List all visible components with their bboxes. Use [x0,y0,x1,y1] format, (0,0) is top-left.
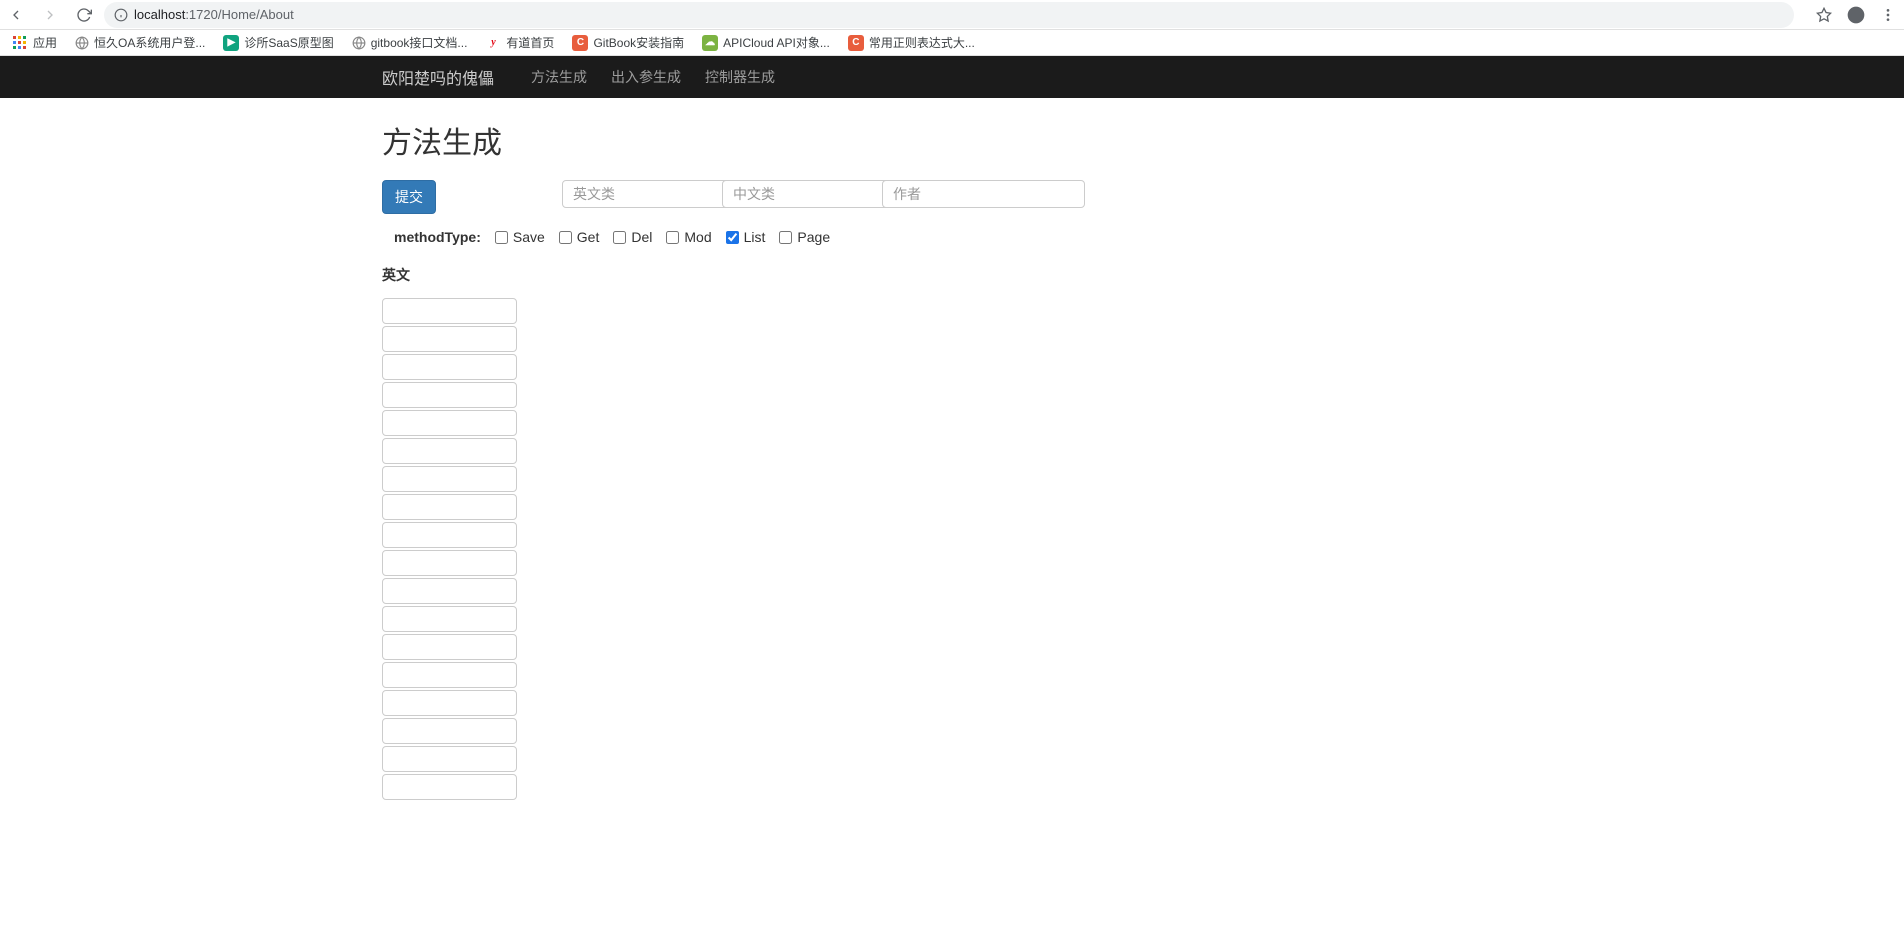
star-icon[interactable] [1816,7,1832,23]
submit-button[interactable]: 提交 [382,180,436,214]
method-type-label: methodType: [394,229,481,245]
method-option-save[interactable]: Save [495,229,545,245]
bookmark-label: APICloud API对象... [723,34,830,51]
method-option-del[interactable]: Del [613,229,652,245]
info-icon [114,8,128,22]
bookmark-label: gitbook接口文档... [371,34,468,51]
checkbox-label: List [744,229,766,245]
main-content: 方法生成 提交 methodType: Save Get Del Mod List Pag… [367,98,1537,800]
method-option-page[interactable]: Page [779,229,830,245]
bookmark-item[interactable]: y有道首页 [481,34,558,51]
english-input[interactable] [382,578,517,604]
bookmark-label: 有道首页 [506,34,554,51]
bookmark-label: 诊所SaaS原型图 [244,34,333,51]
english-input[interactable] [382,410,517,436]
english-input[interactable] [382,298,517,324]
checkbox-label: Mod [684,229,711,245]
nav-link-controller[interactable]: 控制器生成 [705,67,775,87]
nav-link-method[interactable]: 方法生成 [531,67,587,87]
english-input-stack [382,298,1522,800]
back-icon[interactable] [8,7,24,23]
english-input[interactable] [382,662,517,688]
bookmark-item[interactable]: ▶诊所SaaS原型图 [219,34,337,51]
forward-icon[interactable] [42,7,58,23]
bookmark-item[interactable]: ☁APICloud API对象... [698,34,834,51]
menu-icon[interactable] [1880,7,1896,23]
checkbox-get[interactable] [559,231,572,244]
checkbox-mod[interactable] [666,231,679,244]
bookmark-label: 恒久OA系统用户登... [94,34,205,51]
bookmark-item[interactable]: 应用 [8,34,61,51]
bookmark-label: GitBook安装指南 [593,34,684,51]
page-title: 方法生成 [382,118,1522,162]
navbar: 欧阳楚吗的傀儡 方法生成 出入参生成 控制器生成 [0,56,1904,98]
browser-toolbar: localhost:1720/Home/About [0,0,1904,30]
checkbox-save[interactable] [495,231,508,244]
english-input[interactable] [382,326,517,352]
english-input[interactable] [382,550,517,576]
bookmark-label: 应用 [33,34,57,51]
checkbox-list[interactable] [726,231,739,244]
checkbox-label: Save [513,229,545,245]
english-input[interactable] [382,746,517,772]
author-input[interactable] [882,180,1085,208]
checkbox-label: Page [797,229,830,245]
english-input[interactable] [382,354,517,380]
english-input[interactable] [382,494,517,520]
reload-icon[interactable] [76,7,92,23]
english-input[interactable] [382,466,517,492]
bookmark-item[interactable]: CGitBook安装指南 [568,34,688,51]
address-bar[interactable]: localhost:1720/Home/About [104,2,1794,28]
english-input[interactable] [382,774,517,800]
bookmark-bar: 应用 恒久OA系统用户登... ▶诊所SaaS原型图 gitbook接口文档... y有… [0,30,1904,56]
english-input[interactable] [382,718,517,744]
profile-icon[interactable] [1846,5,1866,25]
bookmark-item[interactable]: gitbook接口文档... [348,34,472,51]
bookmark-label: 常用正则表达式大... [869,34,975,51]
checkbox-label: Get [577,229,600,245]
url-text: localhost:1720/Home/About [134,7,294,22]
english-input[interactable] [382,438,517,464]
method-type-row: methodType: Save Get Del Mod List Page [394,229,1522,245]
checkbox-del[interactable] [613,231,626,244]
navbar-brand[interactable]: 欧阳楚吗的傀儡 [382,65,494,89]
method-option-list[interactable]: List [726,229,766,245]
method-option-mod[interactable]: Mod [666,229,711,245]
bookmark-item[interactable]: C常用正则表达式大... [844,34,979,51]
english-input[interactable] [382,522,517,548]
english-section-label: 英文 [382,265,1522,285]
english-input[interactable] [382,606,517,632]
checkbox-label: Del [631,229,652,245]
english-input[interactable] [382,634,517,660]
checkbox-page[interactable] [779,231,792,244]
english-input[interactable] [382,690,517,716]
english-input[interactable] [382,382,517,408]
bookmark-item[interactable]: 恒久OA系统用户登... [71,34,209,51]
method-option-get[interactable]: Get [559,229,600,245]
nav-link-params[interactable]: 出入参生成 [611,67,681,87]
